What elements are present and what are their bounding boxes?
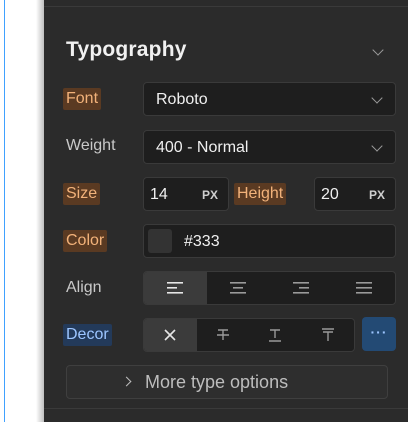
collapse-chevron-icon[interactable] (372, 44, 384, 56)
color-value: #333 (184, 233, 220, 250)
height-unit: PX (368, 188, 385, 202)
size-input[interactable]: 14 PX (143, 177, 229, 211)
align-center-icon (230, 282, 247, 294)
canvas-edge-line (4, 0, 5, 422)
height-input[interactable]: 20 PX (314, 177, 396, 211)
decor-overline-option[interactable] (302, 319, 355, 351)
chevron-right-icon (121, 376, 132, 387)
align-justify-icon (355, 282, 372, 294)
decor-none-option[interactable] (144, 319, 197, 351)
color-input[interactable]: #333 (143, 224, 396, 258)
align-center-option[interactable] (207, 272, 270, 304)
none-icon (164, 329, 176, 341)
align-right-icon (292, 282, 309, 294)
panel-shadow (36, 0, 44, 422)
font-value: Roboto (156, 91, 208, 108)
align-left-option[interactable] (144, 272, 207, 304)
chevron-down-icon (371, 92, 383, 104)
size-label: Size (63, 183, 101, 205)
ellipsis-icon: ··· (370, 324, 388, 340)
size-unit: PX (201, 188, 218, 202)
decor-strikethrough-option[interactable] (197, 319, 250, 351)
typography-panel: Typography Font Roboto Weight 400 - Norm… (44, 0, 408, 422)
chevron-down-icon (371, 140, 383, 152)
color-label: Color (63, 230, 108, 252)
strikethrough-icon (216, 329, 229, 340)
weight-select[interactable]: 400 - Normal (143, 130, 396, 164)
more-type-options-button[interactable]: More type options (66, 365, 388, 399)
weight-value: 400 - Normal (156, 139, 249, 156)
weight-label: Weight (66, 137, 116, 154)
align-segmented-control[interactable] (143, 271, 396, 305)
color-swatch[interactable] (148, 229, 172, 253)
panel-bottom-divider (44, 408, 408, 409)
size-value: 14 (150, 186, 168, 203)
height-label: Height (234, 183, 287, 205)
align-justify-option[interactable] (332, 272, 395, 304)
align-left-icon (167, 282, 184, 294)
height-value: 20 (321, 186, 339, 203)
overline-icon (321, 328, 334, 341)
section-title: Typography (66, 38, 187, 61)
more-type-options-label: More type options (145, 372, 289, 392)
decor-segmented-control[interactable] (143, 318, 355, 352)
panel-top-divider (44, 0, 408, 7)
align-right-option[interactable] (270, 272, 333, 304)
decor-underline-option[interactable] (249, 319, 302, 351)
underline-icon (269, 329, 282, 342)
decor-label: Decor (63, 324, 112, 346)
more-decor-button[interactable]: ··· (362, 317, 396, 351)
font-select[interactable]: Roboto (143, 82, 396, 116)
align-label: Align (66, 279, 102, 296)
font-label: Font (63, 88, 102, 110)
